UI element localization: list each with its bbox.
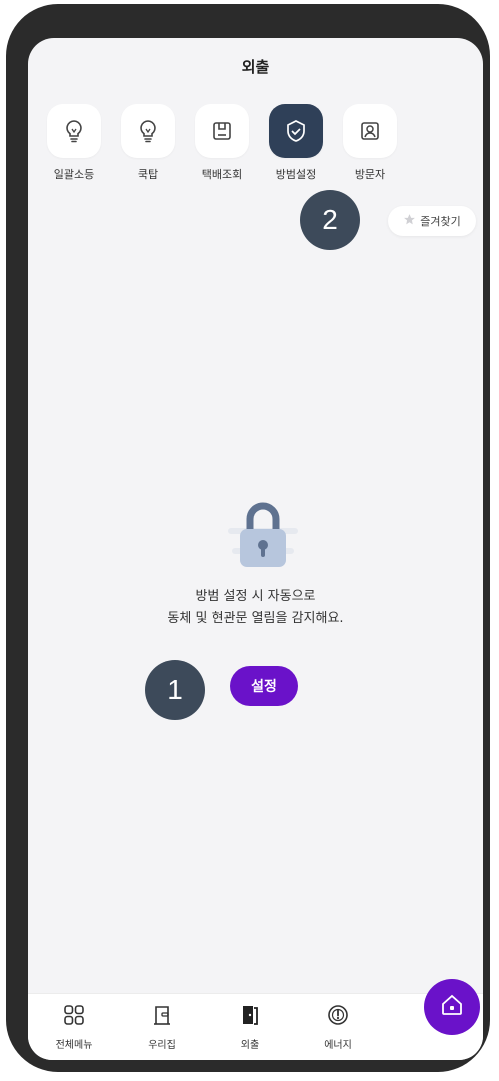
menu-label: 방범설정 [275,168,317,181]
nav-item-all-menu[interactable]: 전체메뉴 [42,1004,106,1051]
star-icon [403,213,416,229]
page-title: 외출 [241,58,270,76]
parcel-box-icon [195,104,249,158]
menu-label: 방문자 [354,168,386,181]
menu-label: 택배조회 [201,168,243,181]
menu-label: 쿡탑 [137,168,159,181]
energy-gauge-icon [327,1004,349,1030]
grid-menu-icon [63,1004,85,1030]
annotation-badge-2: 2 [300,190,360,250]
home-icon [440,993,464,1021]
home-fab-button[interactable] [424,979,480,1035]
lightbulb-icon [47,104,101,158]
exit-door-icon [239,1004,261,1030]
phone-frame: 외출 일괄소등 쿡탑 택배조회 방범설정 방문자 즐겨찾기 방범 설정 시 자동… [6,4,490,1072]
quick-menu: 일괄소등 쿡탑 택배조회 방범설정 방문자 [46,104,398,182]
favorites-label: 즐겨찾기 [420,215,461,228]
nav-item-going-out[interactable]: 외출 [218,1004,282,1051]
lock-icon [228,493,298,573]
nav-item-my-home[interactable]: 우리집 [130,1004,194,1051]
door-icon [151,1004,173,1030]
nav-label: 우리집 [148,1040,176,1051]
message-line-1: 방범 설정 시 자동으로 [195,589,316,604]
menu-item-cooktop[interactable]: 쿡탑 [120,104,176,182]
visitor-portrait-icon [343,104,397,158]
nav-label: 전체메뉴 [55,1040,93,1051]
menu-item-visitor[interactable]: 방문자 [342,104,398,182]
annotation-badge-1: 1 [145,660,205,720]
favorites-button[interactable]: 즐겨찾기 [388,206,476,236]
menu-label: 일괄소등 [53,168,95,181]
bottom-navigation: 전체메뉴 우리집 외출 에너지 [28,993,483,1060]
menu-item-security[interactable]: 방범설정 [268,104,324,182]
message-line-2: 동체 및 현관문 열림을 감지해요. [167,611,344,626]
set-button[interactable]: 설정 [230,666,298,706]
nav-item-energy[interactable]: 에너지 [306,1004,370,1051]
menu-item-all-lights-off[interactable]: 일괄소등 [46,104,102,182]
lightbulb-icon [121,104,175,158]
security-message: 방범 설정 시 자동으로 동체 및 현관문 열림을 감지해요. [28,586,483,630]
security-shield-icon [269,104,323,158]
nav-label: 에너지 [324,1040,352,1051]
nav-label: 외출 [240,1040,260,1051]
menu-item-parcel[interactable]: 택배조회 [194,104,250,182]
app-screen: 외출 일괄소등 쿡탑 택배조회 방범설정 방문자 즐겨찾기 방범 설정 시 자동… [28,38,483,1060]
